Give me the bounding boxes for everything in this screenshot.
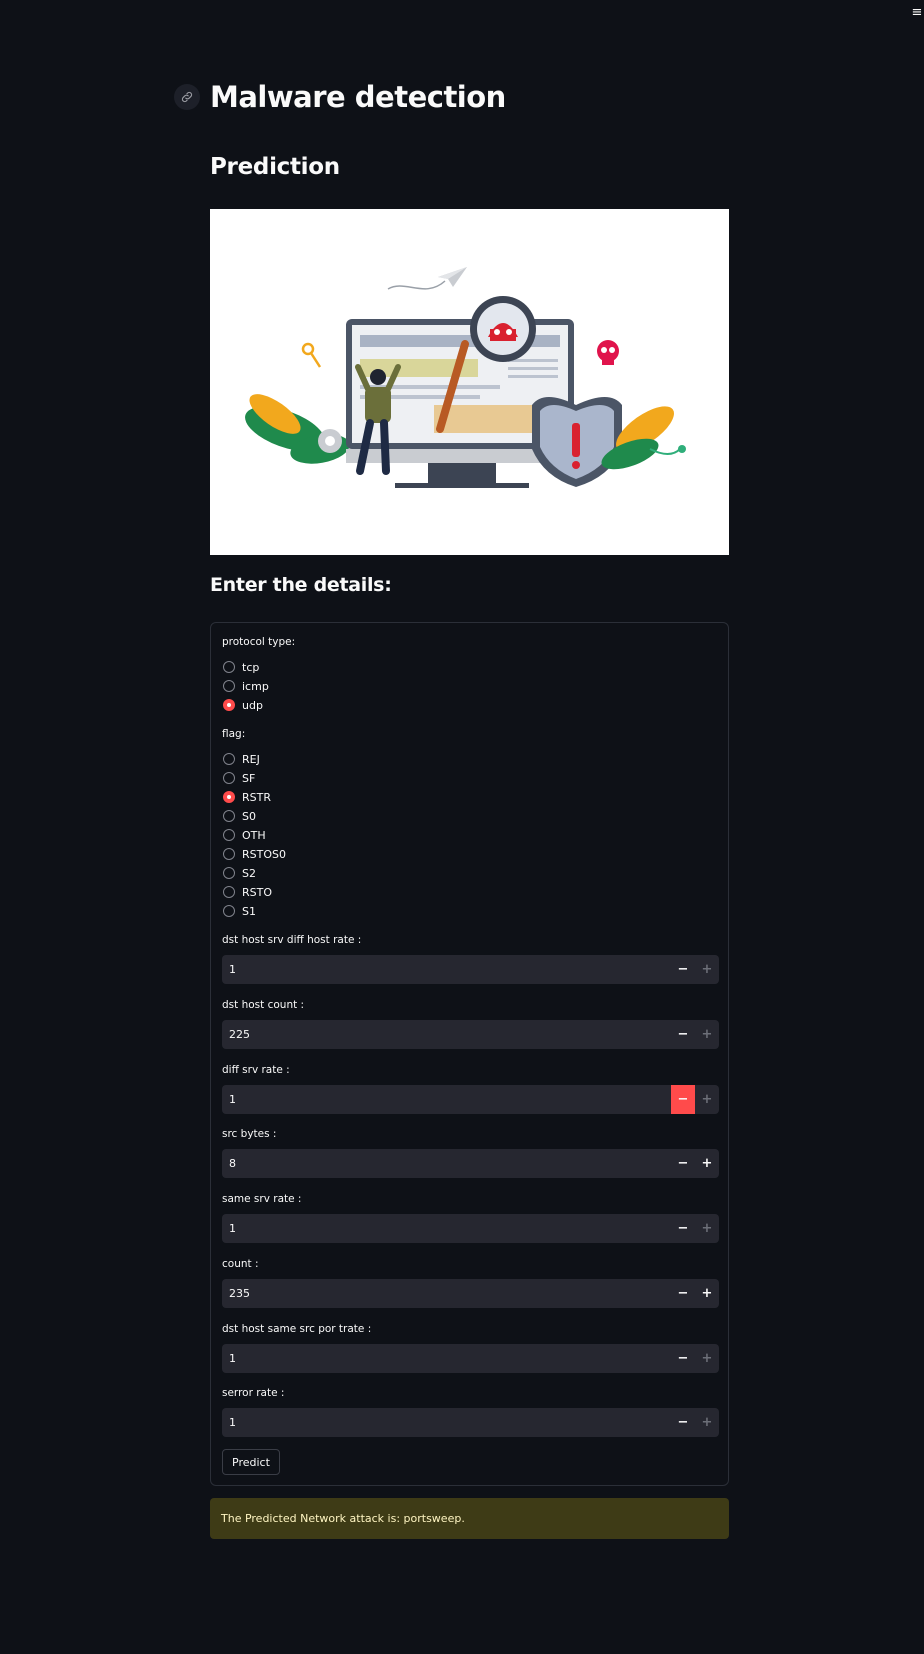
number-value[interactable]: 1 [222, 1093, 671, 1106]
increment-button[interactable]: + [695, 1344, 719, 1373]
page-title: Malware detection [210, 80, 506, 114]
radio-circle [223, 772, 235, 784]
decrement-button[interactable]: − [671, 1279, 695, 1308]
radio-flag-sf[interactable]: SF [223, 770, 255, 786]
decrement-button[interactable]: − [671, 1085, 695, 1114]
radio-protocol-tcp[interactable]: tcp [223, 659, 259, 675]
paper-plane-icon [387, 267, 467, 290]
decrement-button[interactable]: − [671, 1214, 695, 1243]
increment-button[interactable]: + [695, 1020, 719, 1049]
prediction-result-alert: The Predicted Network attack is: portswe… [210, 1498, 729, 1539]
section-subtitle: Prediction [210, 154, 340, 180]
radio-circle [223, 867, 235, 879]
radio-flag-rej[interactable]: REJ [223, 751, 260, 767]
decrement-button[interactable]: − [671, 1344, 695, 1373]
increment-button[interactable]: + [695, 955, 719, 984]
diff-srv-rate-input[interactable]: 1 − + [222, 1085, 719, 1114]
radio-circle [223, 905, 235, 917]
skull-icon [597, 340, 619, 365]
form-heading: Enter the details: [210, 574, 392, 596]
dst-host-same-src-port-rate-input[interactable]: 1 − + [222, 1344, 719, 1373]
radio-flag-s2[interactable]: S2 [223, 865, 256, 881]
prediction-result-text: The Predicted Network attack is: portswe… [221, 1512, 465, 1525]
hero-illustration [210, 209, 729, 555]
serror-rate-label: serror rate : [222, 1387, 285, 1399]
increment-button[interactable]: + [695, 1214, 719, 1243]
radio-circle [223, 848, 235, 860]
number-value[interactable]: 1 [222, 963, 671, 976]
prediction-form: protocol type: tcp icmp udp flag: REJ SF… [210, 622, 729, 1486]
predict-button[interactable]: Predict [222, 1449, 280, 1475]
decrement-button[interactable]: − [671, 1020, 695, 1049]
radio-circle-selected [223, 791, 235, 803]
radio-circle [223, 753, 235, 765]
number-value[interactable]: 8 [222, 1157, 671, 1170]
same-srv-rate-label: same srv rate : [222, 1193, 302, 1205]
radio-protocol-udp[interactable]: udp [223, 697, 263, 713]
increment-button[interactable]: + [695, 1408, 719, 1437]
radio-circle [223, 661, 235, 673]
radio-flag-rsto[interactable]: RSTO [223, 884, 272, 900]
increment-button[interactable]: + [695, 1149, 719, 1178]
radio-flag-s1[interactable]: S1 [223, 903, 256, 919]
src-bytes-label: src bytes : [222, 1128, 277, 1140]
number-value[interactable]: 235 [222, 1287, 671, 1300]
radio-flag-oth[interactable]: OTH [223, 827, 266, 843]
same-srv-rate-input[interactable]: 1 − + [222, 1214, 719, 1243]
number-value[interactable]: 225 [222, 1028, 671, 1041]
radio-flag-rstr[interactable]: RSTR [223, 789, 271, 805]
radio-circle [223, 829, 235, 841]
dst-host-same-src-port-rate-label: dst host same src por trate : [222, 1323, 372, 1335]
link-icon[interactable] [174, 84, 200, 110]
count-input[interactable]: 235 − + [222, 1279, 719, 1308]
number-value[interactable]: 1 [222, 1352, 671, 1365]
flag-label: flag: [222, 728, 246, 740]
decrement-button[interactable]: − [671, 1408, 695, 1437]
number-value[interactable]: 1 [222, 1222, 671, 1235]
serror-rate-input[interactable]: 1 − + [222, 1408, 719, 1437]
dst-host-count-input[interactable]: 225 − + [222, 1020, 719, 1049]
dst-host-count-label: dst host count : [222, 999, 305, 1011]
radio-flag-rstos0[interactable]: RSTOS0 [223, 846, 286, 862]
diff-srv-rate-label: diff srv rate : [222, 1064, 290, 1076]
decrement-button[interactable]: − [671, 1149, 695, 1178]
dst-host-srv-diff-host-rate-input[interactable]: 1 − + [222, 955, 719, 984]
number-value[interactable]: 1 [222, 1416, 671, 1429]
protocol-type-label: protocol type: [222, 636, 296, 648]
radio-circle [223, 680, 235, 692]
increment-button[interactable]: + [695, 1085, 719, 1114]
decrement-button[interactable]: − [671, 955, 695, 984]
increment-button[interactable]: + [695, 1279, 719, 1308]
radio-flag-s0[interactable]: S0 [223, 808, 256, 824]
dst-host-srv-diff-host-rate-label: dst host srv diff host rate : [222, 934, 362, 946]
radio-circle-selected [223, 699, 235, 711]
key-icon [301, 342, 322, 368]
src-bytes-input[interactable]: 8 − + [222, 1149, 719, 1178]
leaves-left [245, 394, 350, 464]
radio-circle [223, 886, 235, 898]
count-label: count : [222, 1258, 259, 1270]
title-row: Malware detection [174, 80, 506, 114]
shield-warning-icon [532, 397, 622, 487]
radio-circle [223, 810, 235, 822]
hamburger-menu-icon[interactable]: ≡ [910, 6, 924, 20]
radio-protocol-icmp[interactable]: icmp [223, 678, 269, 694]
